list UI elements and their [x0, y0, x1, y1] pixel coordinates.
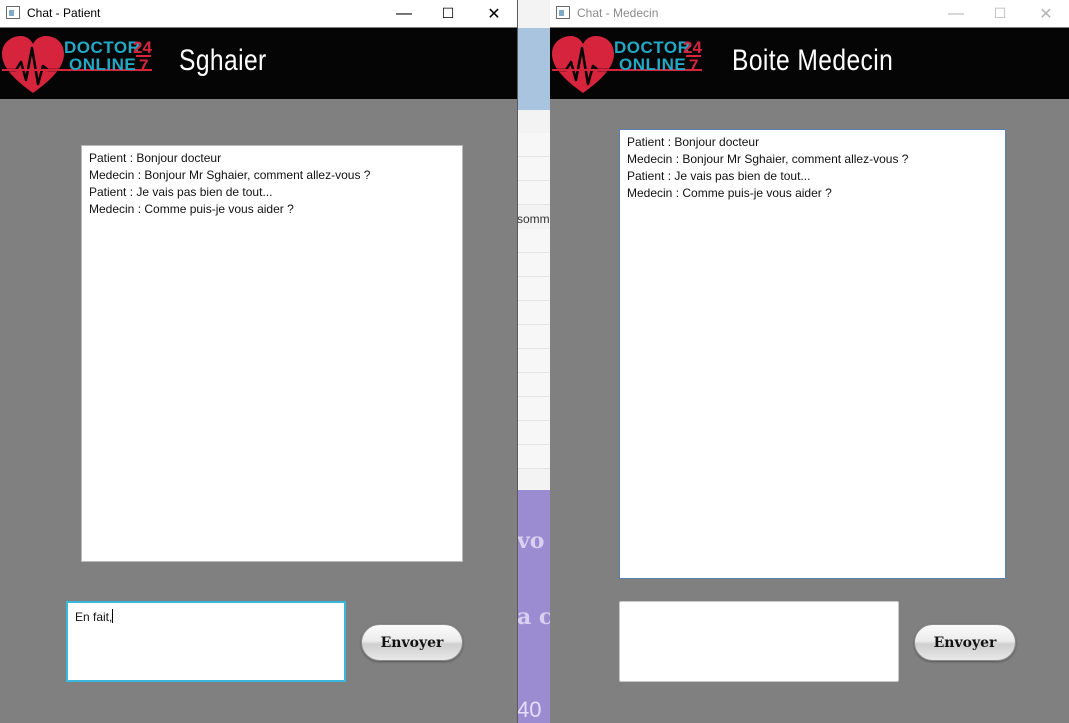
chat-message: Medecin : Bonjour Mr Sghaier, comment al…: [627, 152, 909, 166]
chat-message: Medecin : Comme puis-je vous aider ?: [627, 186, 832, 200]
message-input[interactable]: En fait,: [66, 601, 346, 682]
logo-text-online: ONLINE: [619, 55, 687, 74]
title-bar[interactable]: Chat - Medecin — ☐ ✕: [550, 0, 1069, 27]
app-header: DOCTOR ONLINE 24 7 Sghaier: [0, 28, 517, 99]
logo-number-7: 7: [686, 55, 702, 74]
background-row: [517, 157, 550, 181]
background-app-header: [517, 28, 550, 110]
background-purple-text: a c: [517, 604, 550, 630]
patient-chat-window: Chat - Patient — ☐ ✕ DOCTOR ONLINE 24 7 …: [0, 0, 518, 723]
chat-message: Patient : Bonjour docteur: [89, 151, 222, 165]
background-app-strip: somme vo a c 40: [517, 0, 550, 723]
background-row: [517, 277, 550, 301]
background-row: [517, 397, 550, 421]
medecin-chat-window: Chat - Medecin — ☐ ✕ DOCTOR ONLINE 24 7 …: [550, 0, 1069, 723]
background-row: [517, 325, 550, 349]
window-title: Chat - Medecin: [577, 6, 659, 20]
chat-message: Patient : Je vais pas bien de tout...: [627, 169, 811, 183]
background-row: [517, 349, 550, 373]
chat-history[interactable]: Patient : Bonjour docteur Medecin : Bonj…: [81, 145, 463, 562]
window-app-icon: [556, 6, 570, 19]
close-button[interactable]: ✕: [471, 0, 517, 27]
text-caret: [112, 609, 114, 623]
message-input[interactable]: [619, 601, 899, 682]
window-title: Chat - Patient: [27, 6, 101, 20]
background-row: [517, 445, 550, 469]
chat-history[interactable]: Patient : Bonjour docteur Medecin : Bonj…: [619, 129, 1006, 579]
doctor-online-logo: DOCTOR ONLINE 24 7: [552, 36, 704, 94]
chat-message: Patient : Je vais pas bien de tout...: [89, 185, 273, 199]
send-button[interactable]: Envoyer: [914, 624, 1016, 661]
chat-message: Medecin : Comme puis-je vous aider ?: [89, 202, 294, 216]
background-row: [517, 253, 550, 277]
chat-message: Medecin : Bonjour Mr Sghaier, comment al…: [89, 168, 371, 182]
close-button[interactable]: ✕: [1023, 0, 1069, 27]
background-row: [517, 133, 550, 157]
chat-message: Patient : Bonjour docteur: [627, 135, 760, 149]
message-input-value: En fait,: [75, 610, 113, 624]
window-app-icon: [6, 6, 20, 19]
background-purple-text: vo: [517, 528, 545, 554]
doctor-online-logo: DOCTOR ONLINE 24 7: [2, 36, 154, 94]
background-row: [517, 421, 550, 445]
background-row: [517, 301, 550, 325]
background-purple-text: 40: [517, 697, 542, 722]
minimize-button[interactable]: —: [933, 0, 979, 27]
app-header: DOCTOR ONLINE 24 7 Boite Medecin: [550, 28, 1069, 99]
send-button[interactable]: Envoyer: [361, 624, 463, 661]
header-title: Sghaier: [179, 44, 267, 77]
background-row: [517, 181, 550, 205]
maximize-button[interactable]: ☐: [977, 0, 1023, 27]
background-text-fragment: somme: [517, 212, 550, 226]
logo-text-online: ONLINE: [69, 55, 137, 74]
header-title: Boite Medecin: [732, 44, 894, 77]
background-row: [517, 373, 550, 397]
background-row: [517, 229, 550, 253]
title-bar[interactable]: Chat - Patient — ☐ ✕: [0, 0, 517, 27]
minimize-button[interactable]: —: [381, 0, 427, 27]
maximize-button[interactable]: ☐: [425, 0, 471, 27]
logo-number-7: 7: [136, 55, 152, 74]
